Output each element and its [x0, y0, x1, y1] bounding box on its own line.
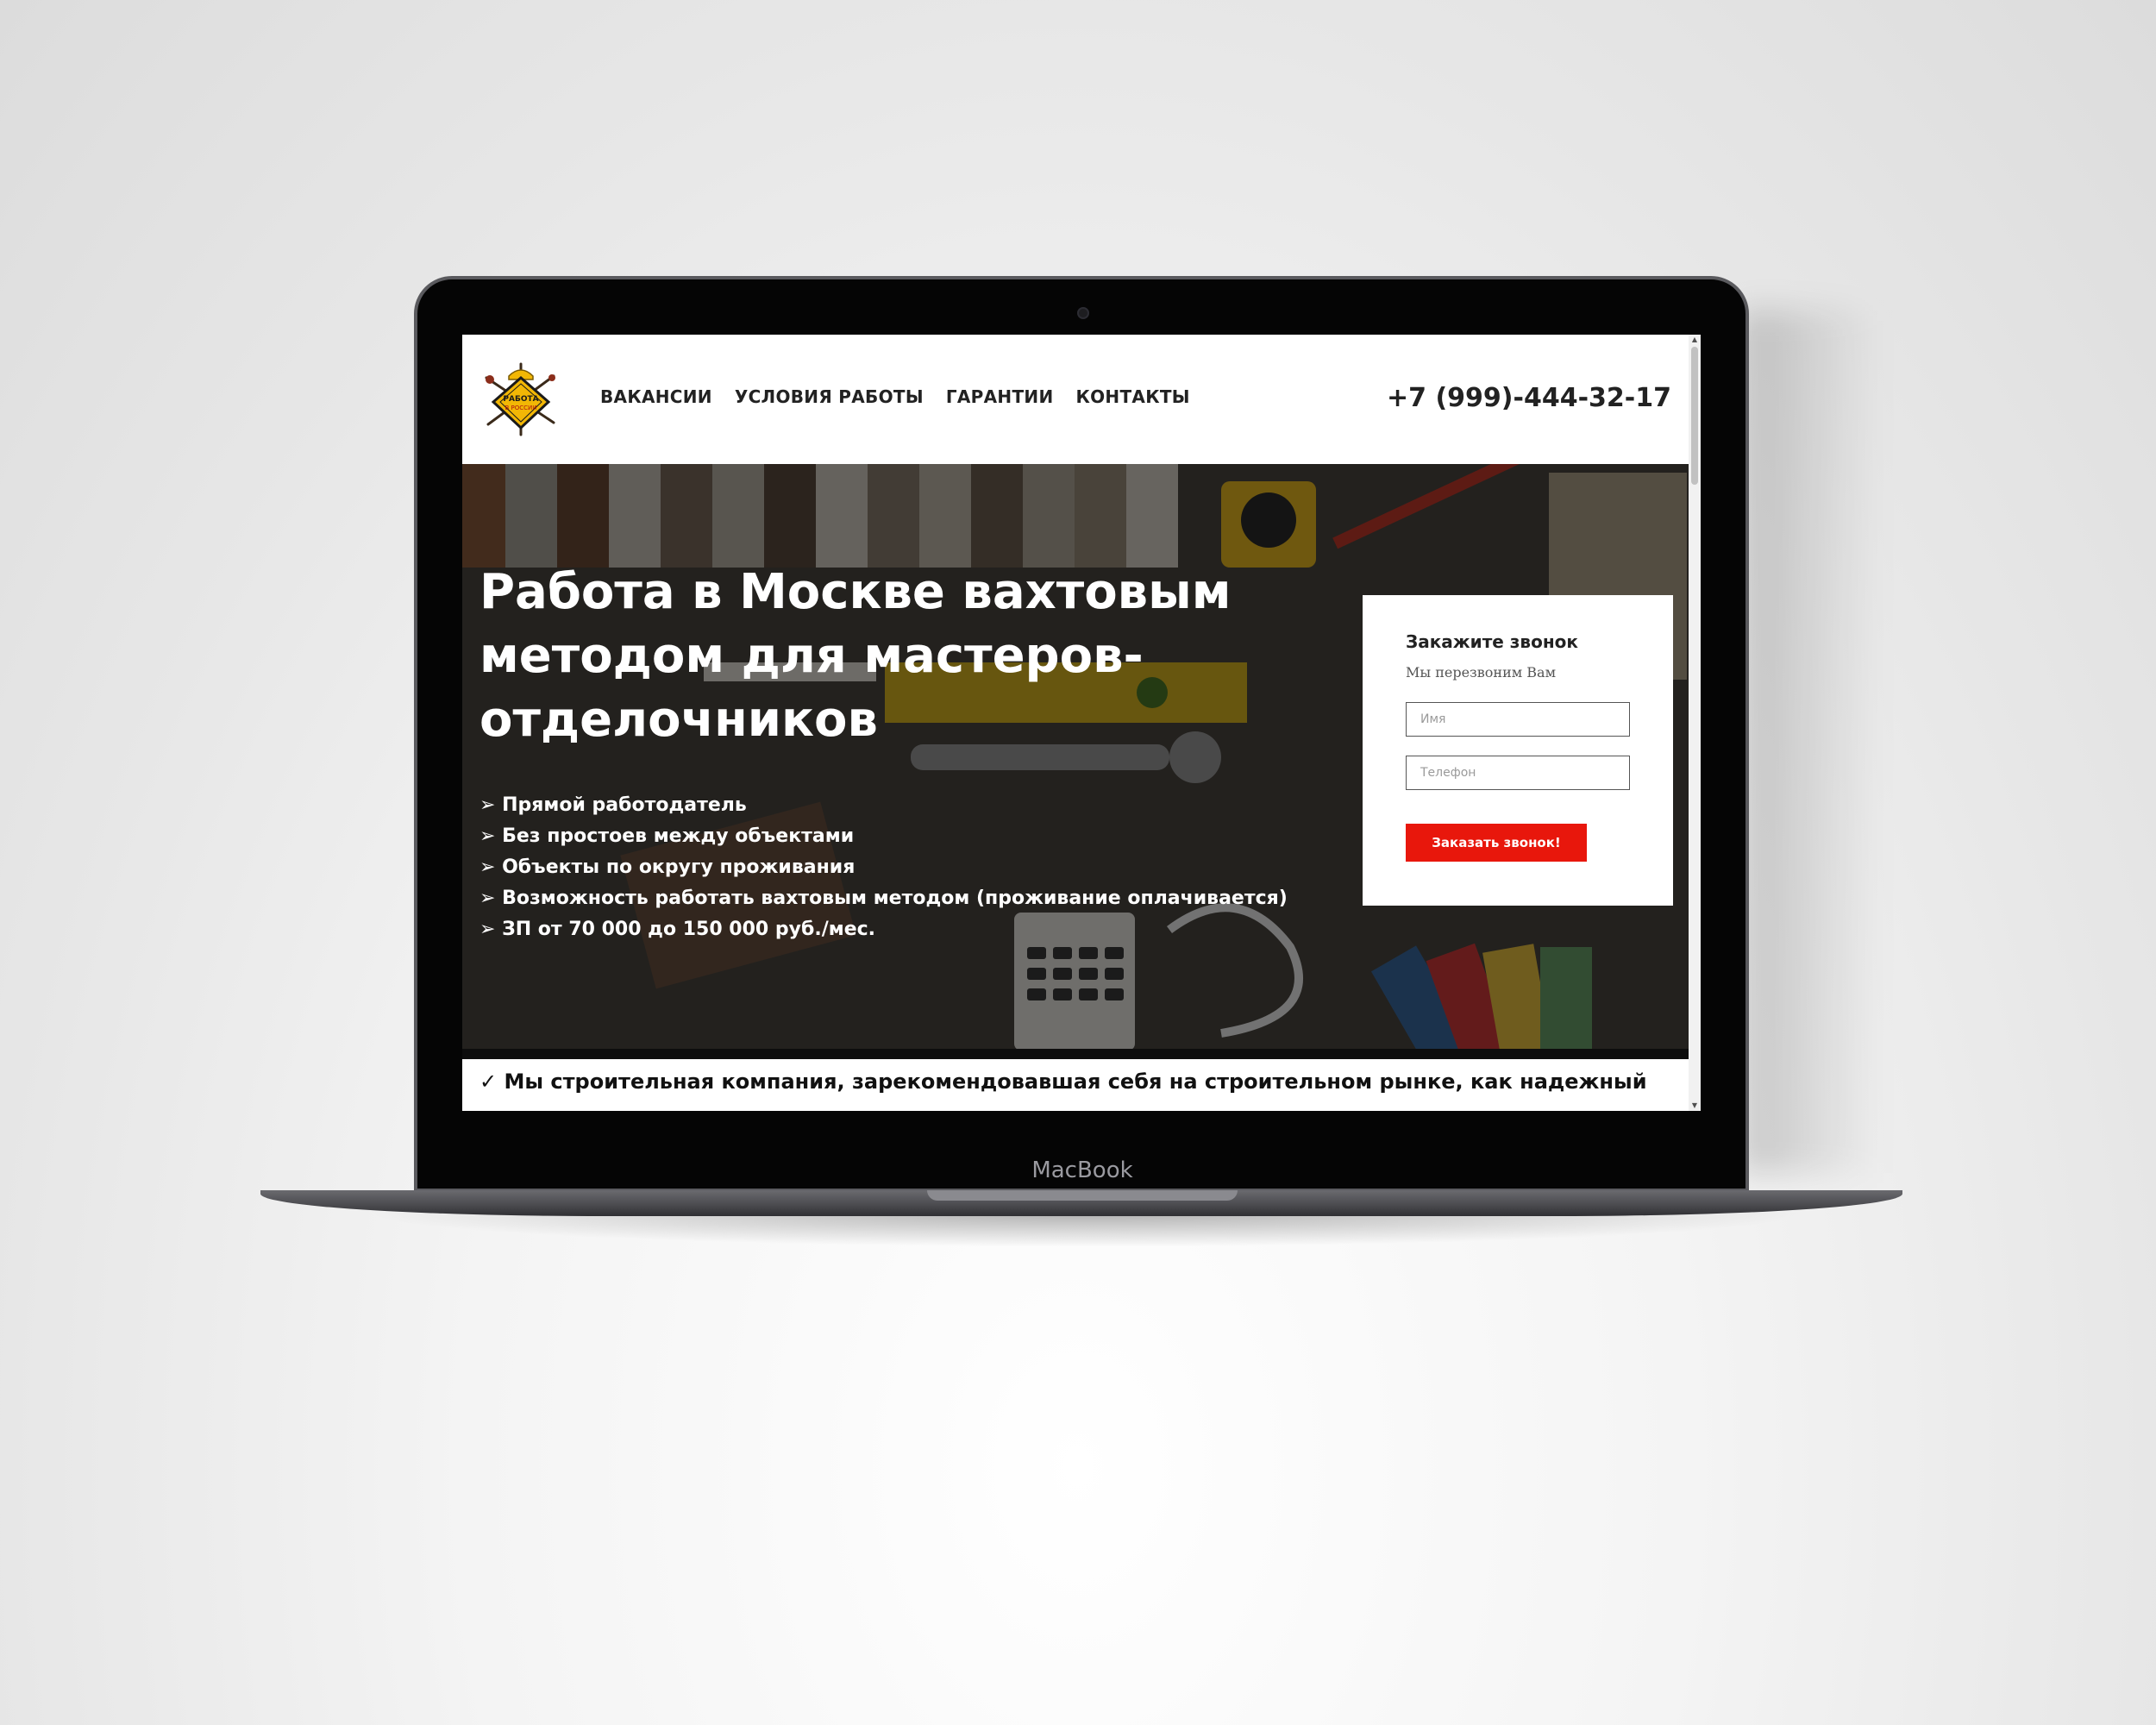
nav-link-guarantees[interactable]: ГАРАНТИИ: [946, 386, 1054, 407]
order-call-button[interactable]: Заказать звонок!: [1406, 824, 1587, 862]
nav-link-vacancies[interactable]: ВАКАНСИИ: [600, 386, 712, 407]
benefit-item: ➢ Без простоев между объектами: [479, 825, 855, 847]
section-divider: [462, 1049, 1689, 1059]
page-scrollbar[interactable]: ▲ ▼: [1689, 335, 1701, 1111]
site-logo[interactable]: РАБОТА В РОССИИ: [478, 361, 564, 438]
main-nav: ВАКАНСИИ УСЛОВИЯ РАБОТЫ ГАРАНТИИ КОНТАКТ…: [600, 386, 1190, 407]
benefit-item: ➢ Прямой работодатель: [479, 794, 747, 816]
nav-link-conditions[interactable]: УСЛОВИЯ РАБОТЫ: [735, 386, 924, 407]
callback-form-subtitle: Мы перезвоним Вам: [1406, 664, 1557, 681]
scroll-down-icon[interactable]: ▼: [1689, 1101, 1701, 1111]
device-brand-label: MacBook: [1031, 1157, 1133, 1183]
hero-title: Работа в Москве вахтовым методом для мас…: [479, 564, 1232, 748]
camera-icon: [1077, 307, 1089, 319]
svg-text:РАБОТА: РАБОТА: [503, 395, 538, 404]
nav-link-contacts[interactable]: КОНТАКТЫ: [1075, 386, 1189, 407]
laptop-shadow: [1742, 310, 1880, 1173]
logo-icon: РАБОТА В РОССИИ: [485, 362, 555, 436]
callback-form: Закажите звонок Мы перезвоним Вам Заказа…: [1363, 595, 1673, 906]
about-text: ✓ Мы строительная компания, зарекомендов…: [479, 1070, 1647, 1094]
callback-form-title: Закажите звонок: [1406, 631, 1578, 652]
scroll-up-icon[interactable]: ▲: [1689, 335, 1701, 345]
laptop-screen: РАБОТА В РОССИИ ВАКАНСИИ УСЛОВИЯ РАБОТЫ …: [462, 335, 1701, 1111]
mockup-stage: MacBook РАБОТА В РОССИИ ВАКАНСИИ УСЛОВИЯ…: [0, 0, 2156, 1725]
website: РАБОТА В РОССИИ ВАКАНСИИ УСЛОВИЯ РАБОТЫ …: [462, 335, 1689, 1111]
phone-input[interactable]: [1406, 756, 1630, 790]
benefit-item: ➢ Объекты по округу проживания: [479, 856, 856, 878]
hero-benefits-list: ➢ Прямой работодатель ➢ Без простоев меж…: [479, 790, 1288, 945]
header-phone[interactable]: +7 (999)-444-32-17: [1387, 383, 1671, 413]
site-header: РАБОТА В РОССИИ ВАКАНСИИ УСЛОВИЯ РАБОТЫ …: [462, 335, 1689, 464]
scrollbar-thumb[interactable]: [1691, 347, 1698, 485]
laptop-notch: [927, 1190, 1238, 1201]
name-input[interactable]: [1406, 702, 1630, 737]
benefit-item: ➢ ЗП от 70 000 до 150 000 руб./мес.: [479, 919, 876, 940]
benefit-item: ➢ Возможность работать вахтовым методом …: [479, 888, 1288, 909]
laptop-base-shadow: [362, 1213, 1811, 1247]
hero-section: Работа в Москве вахтовым методом для мас…: [462, 464, 1689, 1049]
svg-text:В РОССИИ: В РОССИИ: [505, 405, 536, 411]
